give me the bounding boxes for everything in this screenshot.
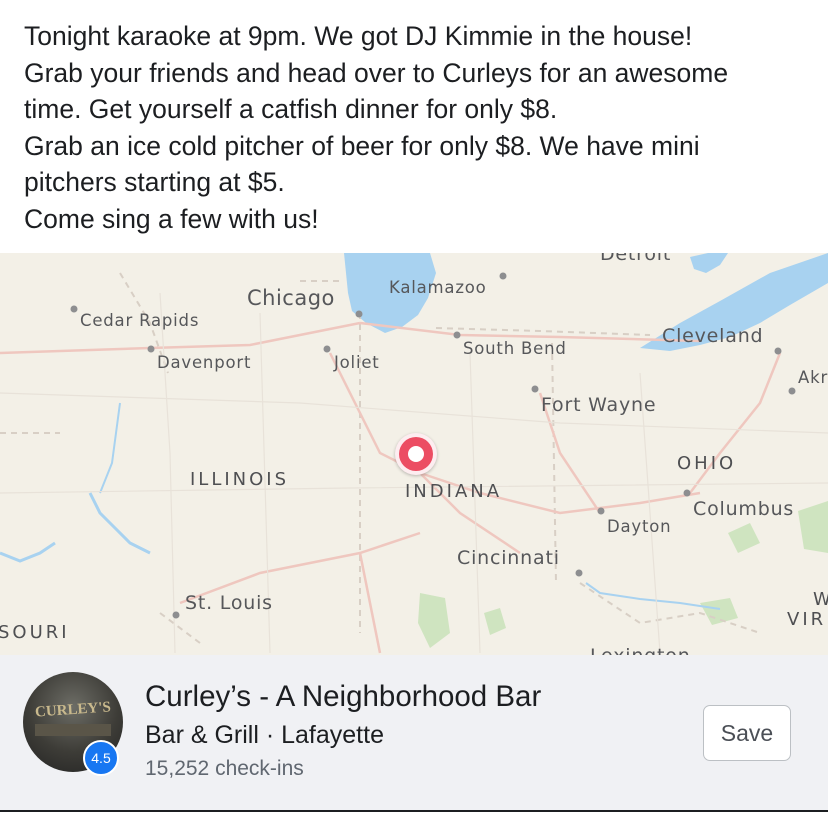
logo-band <box>35 724 111 736</box>
map-label-south-bend: South Bend <box>463 339 567 358</box>
map-pin-icon[interactable] <box>395 433 437 475</box>
map-label-fort-wayne: Fort Wayne <box>541 394 657 416</box>
post-line: pitchers starting at $5. <box>24 167 285 197</box>
post-line: Come sing a few with us! <box>24 203 319 234</box>
map-label-indiana: INDIANA <box>405 481 503 502</box>
checkins-count: 15,252 check-ins <box>145 757 304 780</box>
map-label-joliet: Joliet <box>334 353 380 372</box>
rating-badge: 4.5 <box>83 740 119 776</box>
map-label-columbus: Columbus <box>693 498 795 520</box>
post-line: Grab your friends and head over to Curle… <box>24 57 729 88</box>
map-label-cedar-rapids: Cedar Rapids <box>80 311 200 330</box>
logo-text: CURLEY'S <box>34 699 112 721</box>
map-label-cleveland: Cleveland <box>662 325 764 347</box>
map-label-ohio: OHIO <box>677 453 737 474</box>
save-button[interactable]: Save <box>703 705 791 761</box>
map-label-west-virginia-2: VIR <box>787 609 827 630</box>
post-line: time. Get yourself a catfish dinner for … <box>24 94 558 124</box>
business-category: Bar & Grill · Lafayette <box>145 721 384 749</box>
post-line: Grab an ice cold pitcher of beer for onl… <box>24 130 700 161</box>
map-label-st-louis: St. Louis <box>185 592 273 614</box>
map-label-davenport: Davenport <box>157 353 252 372</box>
bottom-divider <box>0 810 828 819</box>
map-label-west-virginia: W <box>813 589 828 610</box>
map-label-cincinnati: Cincinnati <box>457 547 560 569</box>
map-label-akron: Akr <box>798 368 828 387</box>
map-label-missouri: SOURI <box>0 622 70 643</box>
map-label-illinois: ILLINOIS <box>190 469 290 490</box>
map-label-detroit: Detroit <box>600 253 672 265</box>
map-label-lexington: Lexington <box>590 645 691 655</box>
business-name[interactable]: Curley’s - A Neighborhood Bar <box>145 680 541 714</box>
map-label-dayton: Dayton <box>607 517 672 536</box>
post-text: Tonight karaoke at 9pm. We got DJ Kimmie… <box>24 18 814 237</box>
map-label-kalamazoo: Kalamazoo <box>389 278 487 297</box>
map-label-chicago: Chicago <box>247 286 335 310</box>
post-line: Tonight karaoke at 9pm. We got DJ Kimmie… <box>24 21 693 51</box>
